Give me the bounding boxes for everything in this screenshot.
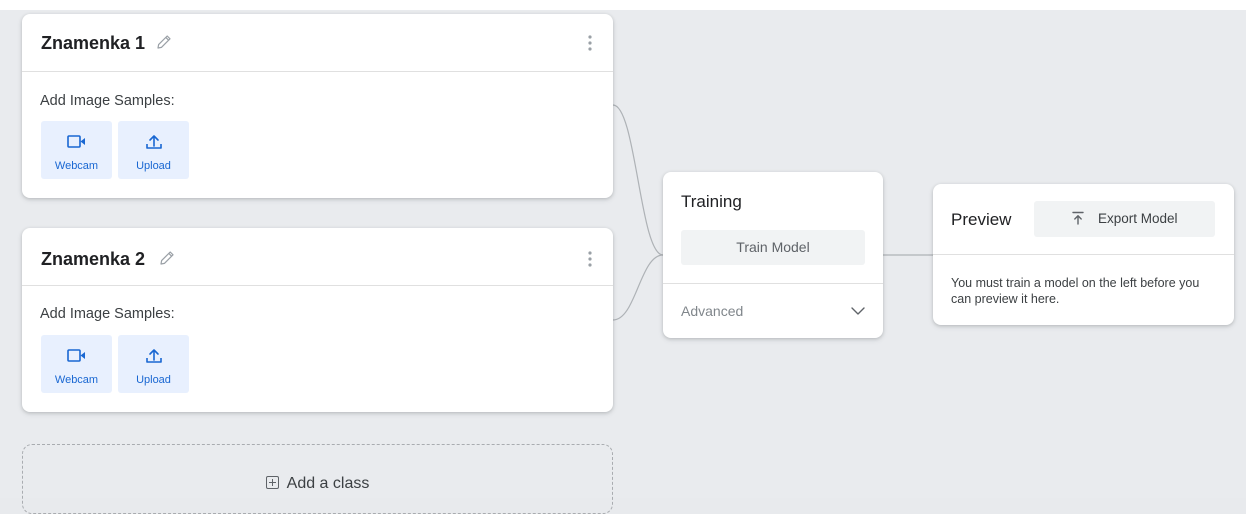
preview-card: Preview Export Model You must train a mo…	[933, 184, 1234, 325]
export-model-button[interactable]: Export Model	[1034, 201, 1215, 237]
upload-arrow-icon	[146, 135, 162, 149]
preview-title: Preview	[951, 210, 1012, 229]
connector-class2-to-training	[612, 254, 664, 321]
kebab-menu-icon[interactable]	[587, 33, 593, 53]
connector-class1-to-training	[612, 104, 664, 256]
train-model-button[interactable]: Train Model	[681, 230, 865, 265]
plus-box-icon	[265, 476, 279, 489]
upload-label: Upload	[136, 160, 171, 172]
upload-arrow-icon	[146, 349, 162, 363]
training-title: Training	[681, 192, 742, 211]
webcam-button[interactable]: Webcam	[41, 121, 112, 179]
class-card-header: Znamenka 1	[22, 14, 613, 72]
kebab-menu-icon[interactable]	[587, 249, 593, 269]
webcam-label: Webcam	[54, 374, 99, 386]
add-class-label: Add a class	[286, 475, 370, 492]
video-camera-icon	[67, 349, 85, 362]
class-name[interactable]: Znamenka 2	[41, 249, 145, 270]
preview-header: Preview Export Model	[933, 184, 1234, 255]
webcam-label: Webcam	[54, 160, 99, 172]
class-card-header: Znamenka 2	[22, 228, 613, 286]
webcam-button[interactable]: Webcam	[41, 335, 112, 393]
advanced-toggle[interactable]: Advanced	[663, 284, 883, 338]
export-arrow-up-icon	[1072, 211, 1084, 225]
training-card: Training Train Model Advanced	[663, 172, 883, 338]
upload-button[interactable]: Upload	[118, 335, 189, 393]
class-card-2: Znamenka 2 Add Image Samples: Webcam Upl…	[22, 228, 613, 412]
add-class-button[interactable]: Add a class	[22, 444, 613, 514]
add-class-content: Add a class	[23, 475, 612, 493]
upload-button[interactable]: Upload	[118, 121, 189, 179]
chevron-down-icon	[851, 307, 865, 315]
pencil-icon[interactable]	[157, 248, 177, 268]
add-samples-label: Add Image Samples:	[40, 93, 175, 109]
top-edge-strip	[0, 0, 1246, 10]
export-model-label: Export Model	[1098, 211, 1178, 226]
class-card-1: Znamenka 1 Add Image Samples: Webcam Upl…	[22, 14, 613, 198]
add-samples-label: Add Image Samples:	[40, 306, 175, 322]
workspace-canvas: Znamenka 1 Add Image Samples: Webcam Upl…	[0, 0, 1246, 514]
preview-message: You must train a model on the left befor…	[951, 276, 1200, 306]
pencil-icon[interactable]	[154, 32, 174, 52]
class-name[interactable]: Znamenka 1	[41, 33, 145, 54]
upload-label: Upload	[136, 374, 171, 386]
advanced-label: Advanced	[681, 303, 744, 319]
video-camera-icon	[67, 135, 85, 148]
